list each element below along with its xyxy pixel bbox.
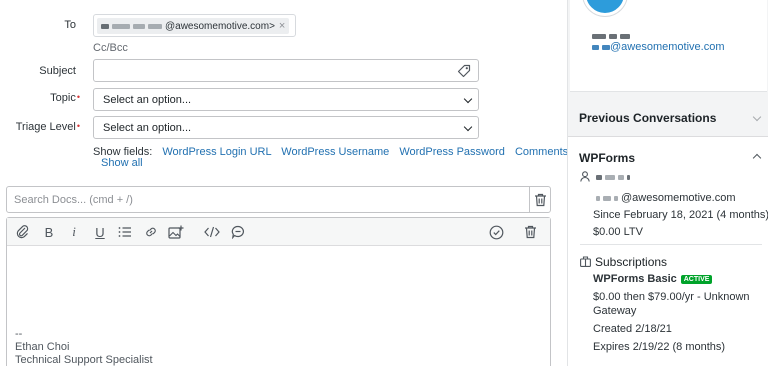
subscriptions-icon xyxy=(580,256,591,267)
customer-email-domain: @awesomemotive.com xyxy=(610,41,725,53)
wpforms-title[interactable]: WPForms xyxy=(579,151,635,165)
attach-icon[interactable] xyxy=(14,223,32,241)
show-fields-row: Show fields: WordPress Login URL WordPre… xyxy=(93,146,580,158)
subscription-created: Created 2/18/21 xyxy=(593,323,672,335)
wpforms-user-name xyxy=(596,171,633,183)
editor-toolbar: B i U xyxy=(7,218,550,246)
customer-email[interactable]: @awesomemotive.com xyxy=(592,41,724,53)
check-circle-icon[interactable] xyxy=(487,223,505,241)
divider xyxy=(580,244,762,245)
wpforms-email-domain: @awesomemotive.com xyxy=(621,192,736,204)
topic-label: Topic• xyxy=(0,92,80,104)
remove-recipient-icon[interactable]: × xyxy=(279,20,285,32)
recipient-chip[interactable]: @awesomemotive.com> × xyxy=(97,18,290,34)
chevron-down-icon[interactable] xyxy=(752,112,762,122)
signature-title: Technical Support Specialist xyxy=(15,354,153,366)
subscription-expires: Expires 2/19/22 (8 months) xyxy=(593,341,726,353)
bold-icon[interactable]: B xyxy=(40,223,58,241)
compose-panel: To @awesomemotive.com> × Cc/Bcc Subject … xyxy=(0,0,580,366)
underline-icon[interactable]: U xyxy=(91,223,109,241)
tag-icon[interactable] xyxy=(456,63,472,79)
topic-label-text: Topic xyxy=(50,92,76,104)
wpforms-since: Since February 18, 2021 (4 months) xyxy=(593,209,768,221)
show-field-wp-password[interactable]: WordPress Password xyxy=(399,146,505,158)
reply-editor[interactable]: B i U -- Ethan Choi Technical Support Sp… xyxy=(6,217,551,366)
signature-separator: -- xyxy=(15,328,23,340)
chevron-down-icon xyxy=(463,122,473,132)
topic-select-value: Select an option... xyxy=(103,93,192,106)
image-add-icon[interactable] xyxy=(167,223,185,241)
triage-label: Triage Level• xyxy=(0,121,80,133)
avatar xyxy=(583,0,627,16)
show-field-wp-username[interactable]: WordPress Username xyxy=(281,146,389,158)
subscription-plan: WPForms Basic ACTIVE xyxy=(593,273,713,285)
triage-select-value: Select an option... xyxy=(103,121,192,134)
wpforms-ltv: $0.00 LTV xyxy=(593,226,643,238)
subscription-price: $0.00 then $79.00/yr - Unknown xyxy=(593,291,750,303)
code-icon[interactable] xyxy=(203,223,221,241)
topic-select[interactable]: Select an option... xyxy=(93,88,479,111)
cc-bcc-link[interactable]: Cc/Bcc xyxy=(93,42,128,54)
discard-button[interactable] xyxy=(529,186,551,213)
subscriptions-title: Subscriptions xyxy=(595,255,668,269)
trash-icon[interactable] xyxy=(521,223,539,241)
user-icon xyxy=(580,171,590,182)
required-mark: • xyxy=(76,92,80,102)
customer-card: @awesomemotive.com xyxy=(570,0,767,92)
triage-label-text: Triage Level xyxy=(15,121,76,133)
signature-name: Ethan Choi xyxy=(15,341,70,353)
chevron-up-icon[interactable] xyxy=(752,153,762,163)
show-field-wp-login-url[interactable]: WordPress Login URL xyxy=(162,146,271,158)
previous-conversations-title[interactable]: Previous Conversations xyxy=(579,111,716,125)
redacted-text xyxy=(112,23,130,29)
subject-label: Subject xyxy=(39,65,76,77)
status-badge: ACTIVE xyxy=(680,275,713,284)
italic-icon[interactable]: i xyxy=(65,223,83,241)
recipient-chip-domain: @awesomemotive.com> xyxy=(165,20,275,32)
chevron-down-icon xyxy=(463,94,473,104)
wpforms-email: @awesomemotive.com xyxy=(596,192,735,204)
link-icon[interactable] xyxy=(142,223,160,241)
redacted-text xyxy=(133,23,145,29)
trash-icon xyxy=(535,193,546,206)
triage-level-select[interactable]: Select an option... xyxy=(93,116,479,139)
search-docs-input[interactable]: Search Docs... (cmd + /) xyxy=(6,186,551,213)
list-icon[interactable] xyxy=(116,223,134,241)
redacted-text xyxy=(101,23,109,29)
required-mark: • xyxy=(76,121,80,131)
subscription-gateway: Gateway xyxy=(593,305,637,317)
show-all-link[interactable]: Show all xyxy=(101,157,143,169)
to-field[interactable]: @awesomemotive.com> × xyxy=(93,14,296,37)
saved-reply-icon[interactable] xyxy=(229,223,247,241)
to-label: To xyxy=(64,19,76,31)
wpforms-panel: WPForms @awesomemotive.com Since Februar… xyxy=(568,136,768,366)
subject-input[interactable] xyxy=(93,59,479,82)
customer-sidebar: @awesomemotive.com Previous Conversation… xyxy=(567,0,768,366)
redacted-text xyxy=(148,23,162,29)
plan-name: WPForms Basic xyxy=(593,273,677,285)
